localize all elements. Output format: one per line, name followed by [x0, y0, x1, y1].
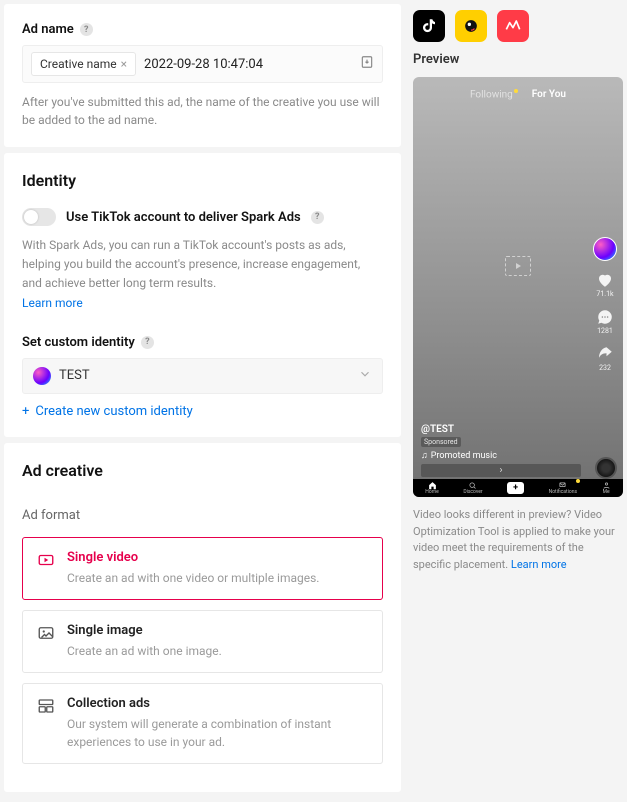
collection-icon	[37, 697, 55, 719]
placement-app-icons	[413, 10, 623, 42]
insert-variable-icon[interactable]	[360, 55, 374, 73]
nav-me[interactable]: Me	[602, 481, 611, 495]
ad-name-label: Ad name ?	[22, 22, 383, 37]
identity-card: Identity Use TikTok account to deliver S…	[4, 153, 401, 437]
feed-tabs: Following For You	[413, 89, 623, 100]
help-icon[interactable]: ?	[80, 23, 93, 36]
format-collection-ads[interactable]: Collection ads Our system will generate …	[22, 683, 383, 764]
help-icon[interactable]: ?	[141, 336, 154, 349]
format-desc: Our system will generate a combination o…	[67, 715, 368, 751]
tab-following[interactable]: Following	[470, 89, 518, 100]
nav-notifications[interactable]: Notifications	[549, 481, 577, 495]
chip-label: Creative name	[40, 57, 117, 71]
help-icon[interactable]: ?	[311, 211, 324, 224]
spark-ads-toggle[interactable]	[22, 208, 56, 226]
nav-create[interactable]: +	[507, 482, 524, 494]
comment-count: 1281	[597, 327, 613, 335]
ad-creative-card: Ad creative Ad format Single video Creat…	[4, 443, 401, 792]
image-icon	[37, 624, 55, 646]
music-text: Promoted music	[431, 451, 497, 461]
preview-note: Video looks different in preview? Video …	[413, 507, 623, 573]
side-actions: 71.1k 1281 232	[593, 237, 617, 372]
video-placeholder-icon	[505, 256, 531, 276]
spark-ads-toggle-row: Use TikTok account to deliver Spark Ads …	[22, 208, 383, 226]
format-desc: Create an ad with one video or multiple …	[67, 569, 319, 587]
share-count: 232	[599, 364, 611, 372]
ad-format-label: Ad format	[22, 508, 383, 523]
create-identity-text: Create new custom identity	[35, 404, 192, 419]
format-title: Collection ads	[67, 696, 368, 711]
preview-learn-more-link[interactable]: Learn more	[511, 558, 567, 571]
pangle-app-icon[interactable]	[497, 10, 529, 42]
tiktok-app-icon[interactable]	[413, 10, 445, 42]
share-stat[interactable]: 232	[596, 345, 614, 372]
create-identity-link[interactable]: + Create new custom identity	[22, 404, 383, 419]
custom-identity-label-text: Set custom identity	[22, 335, 135, 350]
preview-handle: @TEST	[421, 424, 454, 435]
custom-identity-label: Set custom identity ?	[22, 335, 383, 350]
format-title: Single image	[67, 623, 222, 638]
nav-discover[interactable]: Discover	[463, 481, 482, 495]
ad-name-input-wrap[interactable]: Creative name ×	[22, 45, 383, 83]
ad-name-input[interactable]	[144, 57, 352, 72]
ad-name-hint: After you've submitted this ad, the name…	[22, 93, 383, 129]
preview-column: Preview Following For You 71.1k 1281	[413, 4, 623, 798]
ad-creative-title: Ad creative	[22, 461, 383, 480]
spark-ads-desc-text: With Spark Ads, you can run a TikTok acc…	[22, 238, 360, 290]
identity-selected: TEST	[59, 368, 90, 383]
close-icon[interactable]: ×	[121, 57, 127, 71]
format-desc: Create an ad with one image.	[67, 642, 222, 660]
preview-label: Preview	[413, 52, 623, 67]
video-icon	[37, 551, 55, 573]
comment-stat[interactable]: 1281	[596, 308, 614, 335]
spark-ads-label: Use TikTok account to deliver Spark Ads	[66, 210, 301, 225]
ad-name-label-text: Ad name	[22, 22, 74, 37]
chevron-down-icon	[358, 367, 372, 385]
phone-preview: Following For You 71.1k 1281 232	[413, 77, 623, 497]
music-row: ♫ Promoted music	[421, 450, 497, 461]
format-single-video[interactable]: Single video Create an ad with one video…	[22, 537, 383, 600]
learn-more-link[interactable]: Learn more	[22, 296, 83, 310]
ad-name-card: Ad name ? Creative name × After you've s…	[4, 4, 401, 147]
music-disc-icon[interactable]	[595, 457, 617, 479]
format-single-image[interactable]: Single image Create an ad with one image…	[22, 610, 383, 673]
profile-avatar-icon[interactable]	[593, 237, 617, 261]
sponsored-badge: Sponsored	[421, 437, 461, 447]
format-title: Single video	[67, 550, 319, 565]
creative-name-chip[interactable]: Creative name ×	[31, 52, 136, 76]
nav-home[interactable]: Home	[425, 481, 438, 495]
identity-avatar-icon	[33, 367, 51, 385]
music-note-icon: ♫	[421, 450, 428, 461]
buzzvideo-app-icon[interactable]	[455, 10, 487, 42]
cta-bar[interactable]: ›	[421, 464, 581, 477]
custom-identity-select[interactable]: TEST	[22, 358, 383, 394]
plus-icon: +	[22, 404, 29, 419]
spark-ads-desc: With Spark Ads, you can run a TikTok acc…	[22, 236, 383, 313]
identity-title: Identity	[22, 171, 383, 190]
tab-for-you[interactable]: For You	[532, 89, 566, 100]
bottom-nav: Home Discover + Notifications Me	[413, 479, 623, 497]
like-stat[interactable]: 71.1k	[596, 271, 614, 298]
like-count: 71.1k	[596, 290, 613, 298]
